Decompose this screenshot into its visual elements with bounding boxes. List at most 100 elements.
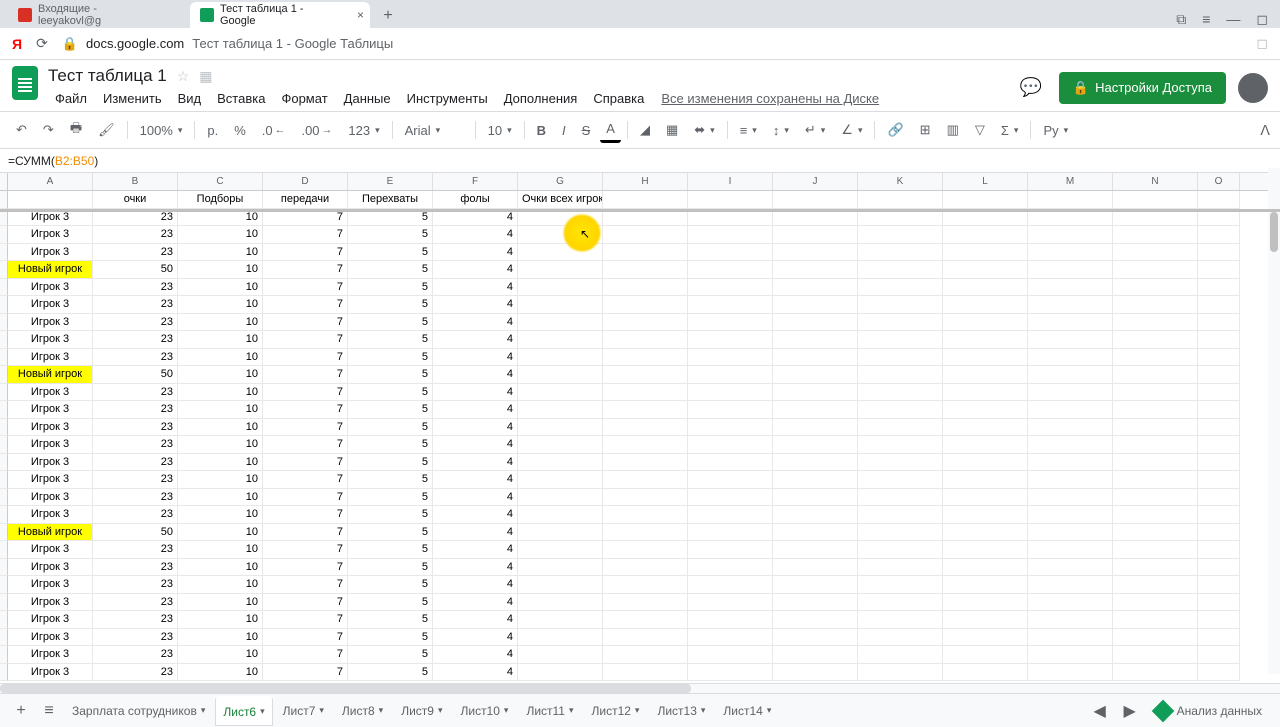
row-header[interactable] bbox=[0, 594, 8, 612]
cell[interactable] bbox=[858, 349, 943, 367]
cell[interactable] bbox=[858, 366, 943, 384]
cell[interactable]: 5 bbox=[348, 384, 433, 402]
row-header[interactable] bbox=[0, 191, 8, 209]
cell[interactable] bbox=[603, 489, 688, 507]
cell[interactable] bbox=[603, 629, 688, 647]
cell[interactable] bbox=[1198, 244, 1240, 262]
sheet-tab[interactable]: Лист14▾ bbox=[715, 696, 779, 726]
cell[interactable]: 7 bbox=[263, 576, 348, 594]
cell[interactable]: 7 bbox=[263, 506, 348, 524]
cell[interactable] bbox=[1198, 261, 1240, 279]
cell[interactable] bbox=[943, 436, 1028, 454]
header-cell[interactable]: Подборы bbox=[178, 191, 263, 209]
cell[interactable]: 23 bbox=[93, 279, 178, 297]
row-header[interactable] bbox=[0, 489, 8, 507]
cell[interactable] bbox=[1198, 506, 1240, 524]
cell[interactable]: 10 bbox=[178, 436, 263, 454]
row-header[interactable] bbox=[0, 296, 8, 314]
extension-icon[interactable]: ⧉ bbox=[1176, 11, 1186, 28]
collapse-toolbar-icon[interactable]: ᐱ bbox=[1260, 122, 1270, 139]
cell[interactable]: 23 bbox=[93, 471, 178, 489]
cell[interactable]: 10 bbox=[178, 489, 263, 507]
cell[interactable] bbox=[1198, 331, 1240, 349]
row-header[interactable] bbox=[0, 559, 8, 577]
cell[interactable]: 5 bbox=[348, 436, 433, 454]
cell[interactable] bbox=[1113, 524, 1198, 542]
cell[interactable]: Новый игрок bbox=[8, 524, 93, 542]
cell[interactable] bbox=[1198, 611, 1240, 629]
cell[interactable] bbox=[1198, 454, 1240, 472]
cell[interactable] bbox=[518, 576, 603, 594]
cell[interactable] bbox=[858, 611, 943, 629]
cell[interactable] bbox=[943, 629, 1028, 647]
cell[interactable] bbox=[773, 366, 858, 384]
cell[interactable] bbox=[688, 646, 773, 664]
cell[interactable] bbox=[773, 489, 858, 507]
row-header[interactable] bbox=[0, 261, 8, 279]
cell[interactable] bbox=[1113, 296, 1198, 314]
cell[interactable] bbox=[688, 244, 773, 262]
cell[interactable] bbox=[773, 471, 858, 489]
cell[interactable]: 23 bbox=[93, 664, 178, 682]
cell[interactable] bbox=[858, 279, 943, 297]
cell[interactable]: 10 bbox=[178, 576, 263, 594]
format-select[interactable]: 123 bbox=[342, 119, 385, 142]
cell[interactable] bbox=[1198, 594, 1240, 612]
cell[interactable] bbox=[1028, 611, 1113, 629]
cell[interactable] bbox=[1198, 349, 1240, 367]
cell[interactable]: 5 bbox=[348, 594, 433, 612]
cell[interactable]: 4 bbox=[433, 629, 518, 647]
col-header-H[interactable]: H bbox=[603, 173, 688, 190]
cell[interactable]: 23 bbox=[93, 419, 178, 437]
cell[interactable]: Игрок 3 bbox=[8, 594, 93, 612]
cell[interactable]: 10 bbox=[178, 226, 263, 244]
col-header-K[interactable]: K bbox=[858, 173, 943, 190]
cell[interactable]: 7 bbox=[263, 349, 348, 367]
cell[interactable]: 7 bbox=[263, 664, 348, 682]
cell[interactable] bbox=[1113, 226, 1198, 244]
increase-decimal-button[interactable]: .00→ bbox=[295, 119, 338, 142]
row-header[interactable] bbox=[0, 436, 8, 454]
cell[interactable] bbox=[518, 279, 603, 297]
cell[interactable] bbox=[773, 384, 858, 402]
cell[interactable] bbox=[858, 594, 943, 612]
cell[interactable]: 10 bbox=[178, 366, 263, 384]
italic-button[interactable]: I bbox=[556, 119, 572, 142]
bold-button[interactable]: B bbox=[531, 119, 552, 142]
cell[interactable] bbox=[943, 471, 1028, 489]
merge-button[interactable]: ⬌ bbox=[688, 118, 720, 142]
cell[interactable]: 23 bbox=[93, 576, 178, 594]
sheet-tab[interactable]: Зарплата сотрудников▾ bbox=[64, 696, 213, 726]
cell[interactable] bbox=[943, 331, 1028, 349]
cell[interactable] bbox=[603, 401, 688, 419]
cell[interactable]: 4 bbox=[433, 384, 518, 402]
fill-color-button[interactable]: ◢ bbox=[634, 118, 656, 142]
cell[interactable] bbox=[1028, 664, 1113, 682]
header-cell[interactable] bbox=[858, 191, 943, 209]
sheet-tab[interactable]: Лист10▾ bbox=[452, 696, 516, 726]
cell[interactable] bbox=[518, 541, 603, 559]
cell[interactable]: 5 bbox=[348, 646, 433, 664]
cell[interactable] bbox=[1198, 314, 1240, 332]
cell[interactable] bbox=[603, 296, 688, 314]
cell[interactable] bbox=[518, 261, 603, 279]
cell[interactable] bbox=[518, 331, 603, 349]
cell[interactable] bbox=[688, 436, 773, 454]
formula-bar[interactable]: =СУММ(B2:B50) bbox=[0, 149, 1280, 173]
cell[interactable]: Игрок 3 bbox=[8, 296, 93, 314]
cell[interactable]: 10 bbox=[178, 401, 263, 419]
zoom-select[interactable]: 100% bbox=[134, 119, 189, 142]
cell[interactable] bbox=[1028, 261, 1113, 279]
menu-инструменты[interactable]: Инструменты bbox=[400, 88, 495, 109]
cell[interactable] bbox=[858, 471, 943, 489]
cell[interactable] bbox=[1113, 629, 1198, 647]
cell[interactable]: 4 bbox=[433, 314, 518, 332]
cell[interactable]: Игрок 3 bbox=[8, 541, 93, 559]
cell[interactable]: 4 bbox=[433, 576, 518, 594]
cell[interactable] bbox=[1198, 279, 1240, 297]
header-cell[interactable] bbox=[688, 191, 773, 209]
cell[interactable] bbox=[858, 314, 943, 332]
cell[interactable]: Игрок 3 bbox=[8, 226, 93, 244]
cell[interactable] bbox=[773, 454, 858, 472]
cell[interactable]: 5 bbox=[348, 419, 433, 437]
